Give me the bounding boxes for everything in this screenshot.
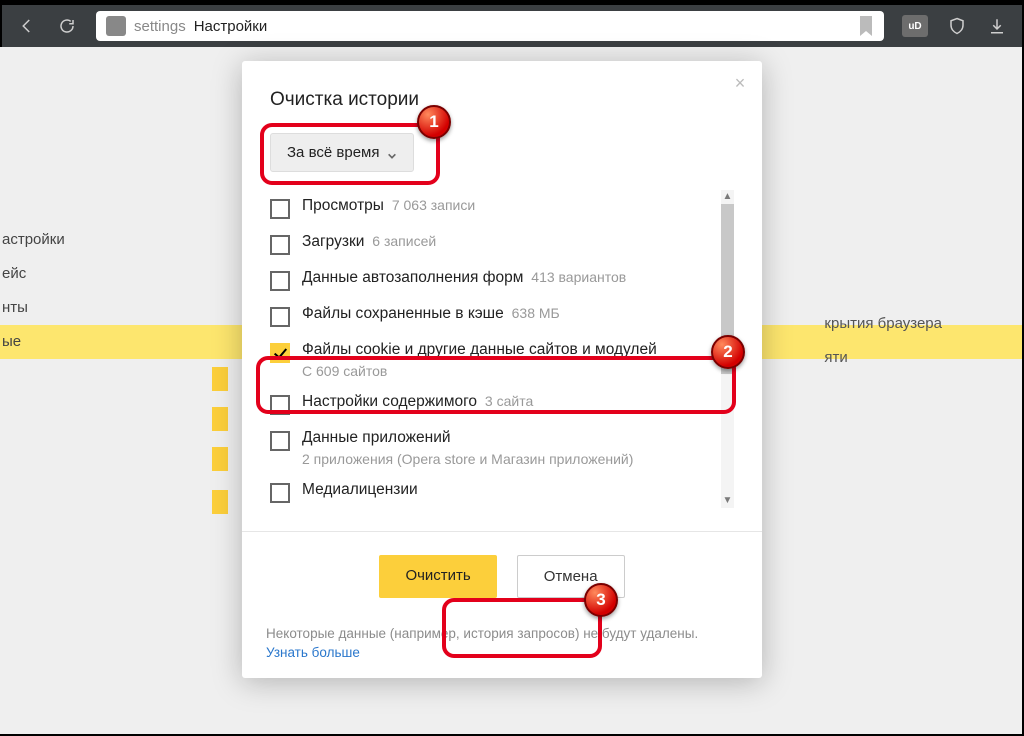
reload-icon[interactable] bbox=[56, 15, 78, 37]
close-icon[interactable]: × bbox=[732, 75, 748, 91]
back-icon[interactable] bbox=[16, 15, 38, 37]
cancel-button[interactable]: Отмена bbox=[517, 555, 625, 598]
checkbox[interactable] bbox=[270, 199, 290, 219]
option-subtext: 413 вариантов bbox=[527, 269, 626, 285]
option-subtext: 2 приложения (Opera store и Магазин прил… bbox=[302, 451, 633, 467]
clear-history-dialog: × Очистка истории За всё время Просмотры… bbox=[242, 61, 762, 678]
browser-toolbar: settings Настройки uD bbox=[2, 5, 1022, 47]
clear-option[interactable]: Настройки содержимого 3 сайта bbox=[270, 386, 734, 422]
checkbox[interactable] bbox=[270, 431, 290, 451]
checkbox[interactable] bbox=[270, 271, 290, 291]
option-label: Настройки содержимого bbox=[302, 393, 477, 410]
page-text-fragment: яти bbox=[824, 341, 942, 375]
dialog-actions: Очистить Отмена bbox=[242, 555, 762, 598]
scrollbar-thumb[interactable] bbox=[721, 204, 734, 374]
option-label: Файлы сохраненные в кэше bbox=[302, 305, 504, 322]
clear-option[interactable]: Файлы сохраненные в кэше 638 МБ bbox=[270, 298, 734, 334]
bg-marker bbox=[212, 367, 228, 391]
clear-option[interactable]: Медиалицензии bbox=[270, 474, 734, 508]
bg-marker bbox=[212, 407, 228, 431]
clear-option[interactable]: Просмотры 7 063 записи bbox=[270, 190, 734, 226]
divider bbox=[242, 531, 762, 532]
site-favicon bbox=[106, 16, 126, 36]
option-label: Данные приложений bbox=[302, 429, 451, 446]
clear-option[interactable]: Данные приложений 2 приложения (Opera sto… bbox=[270, 422, 734, 474]
checkbox[interactable] bbox=[270, 483, 290, 503]
clear-option[interactable]: Данные автозаполнения форм 413 вариантов bbox=[270, 262, 734, 298]
checkbox[interactable] bbox=[270, 235, 290, 255]
download-icon[interactable] bbox=[986, 15, 1008, 37]
option-label: Медиалицензии bbox=[302, 481, 418, 498]
option-subtext: 7 063 записи bbox=[388, 197, 475, 213]
scrollbar-track[interactable]: ▲ ▼ bbox=[721, 190, 734, 508]
checkbox[interactable] bbox=[270, 307, 290, 327]
bg-marker bbox=[212, 490, 228, 514]
option-subtext: 6 записей bbox=[368, 233, 436, 249]
option-subtext: 638 МБ bbox=[508, 305, 560, 321]
option-label: Файлы cookie и другие данные сайтов и мо… bbox=[302, 341, 657, 358]
page-text-fragment: крытия браузера bbox=[824, 307, 942, 341]
option-label: Загрузки bbox=[302, 233, 364, 250]
address-title: Настройки bbox=[194, 18, 268, 35]
time-range-select[interactable]: За всё время bbox=[270, 133, 414, 172]
scroll-up-icon[interactable]: ▲ bbox=[721, 190, 734, 204]
scroll-down-icon[interactable]: ▼ bbox=[721, 494, 734, 508]
address-bar[interactable]: settings Настройки bbox=[96, 11, 884, 41]
address-key: settings bbox=[134, 18, 186, 35]
options-scroll-area: Просмотры 7 063 записиЗагрузки 6 записей… bbox=[270, 190, 734, 508]
option-subtext: 3 сайта bbox=[481, 393, 533, 409]
option-label: Просмотры bbox=[302, 197, 384, 214]
option-subtext: С 609 сайтов bbox=[302, 363, 657, 379]
option-label: Данные автозаполнения форм bbox=[302, 269, 523, 286]
footer-learn-more-link[interactable]: Узнать больше bbox=[266, 645, 360, 660]
bookmark-icon[interactable] bbox=[858, 16, 874, 36]
footer-note: Некоторые данные (например, история запр… bbox=[266, 626, 738, 641]
clear-option[interactable]: Файлы cookie и другие данные сайтов и мо… bbox=[270, 334, 734, 386]
clear-option[interactable]: Загрузки 6 записей bbox=[270, 226, 734, 262]
extension-badge[interactable]: uD bbox=[902, 15, 928, 37]
checkbox[interactable] bbox=[270, 395, 290, 415]
chevron-down-icon bbox=[387, 148, 397, 158]
checkbox[interactable] bbox=[270, 343, 290, 363]
dialog-title: Очистка истории bbox=[270, 89, 734, 111]
dialog-footer: Некоторые данные (например, история запр… bbox=[266, 626, 738, 660]
clear-button[interactable]: Очистить bbox=[379, 555, 496, 598]
app-frame: settings Настройки uD астройкиейснтыые к… bbox=[0, 0, 1024, 736]
shield-icon[interactable] bbox=[946, 15, 968, 37]
bg-marker bbox=[212, 447, 228, 471]
time-range-value: За всё время bbox=[287, 144, 379, 161]
